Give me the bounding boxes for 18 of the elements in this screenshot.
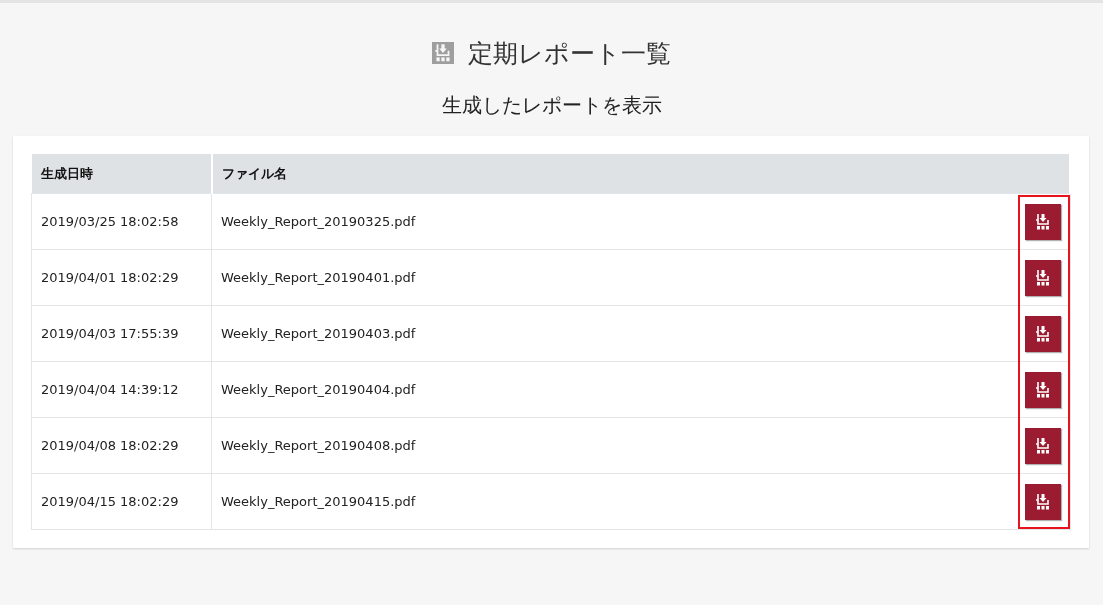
column-header: 生成日時 xyxy=(40,164,93,183)
pdf-download-button[interactable] xyxy=(1024,371,1061,408)
date-cell: 2019/04/04 14:39:12 xyxy=(31,361,212,418)
date-cell: 2019/03/25 18:02:58 xyxy=(31,193,212,250)
file-name-cell: Weekly_Report_20190325.pdf xyxy=(211,193,1014,250)
date-cell: 2019/04/03 17:55:39 xyxy=(31,305,212,362)
pdf-download-button[interactable] xyxy=(1024,315,1061,352)
column-header: ファイル名 xyxy=(221,164,287,183)
date-cell: 2019/04/08 18:02:29 xyxy=(31,417,212,474)
page-title: 定期レポート一覧 xyxy=(468,37,671,70)
date-cell: 2019/04/01 18:02:29 xyxy=(31,249,212,306)
pdf-download-button[interactable] xyxy=(1024,427,1061,464)
pdf-icon xyxy=(432,42,454,64)
pdf-download-button[interactable] xyxy=(1024,203,1061,240)
pdf-download-button[interactable] xyxy=(1024,483,1061,520)
pdf-download-button[interactable] xyxy=(1024,259,1061,296)
date-cell: 2019/04/15 18:02:29 xyxy=(31,473,212,530)
page-subtitle: 生成したレポートを表示 xyxy=(441,92,662,119)
